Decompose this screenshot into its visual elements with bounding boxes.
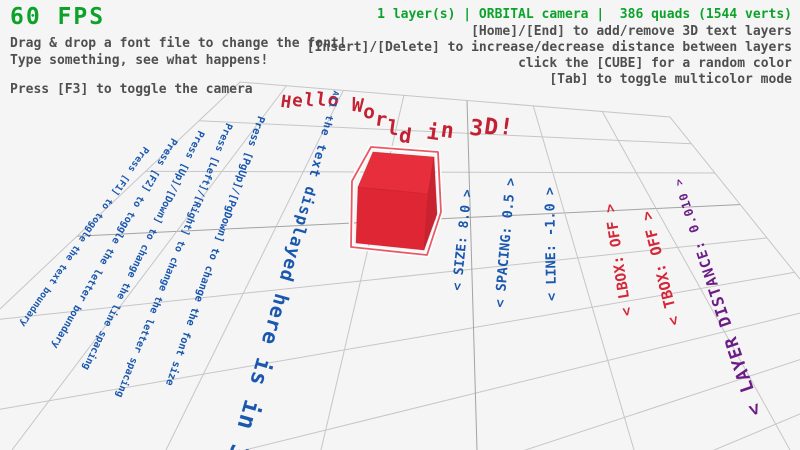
tip-add-remove-layers: [Home]/[End] to add/remove 3D text layer… xyxy=(471,24,792,39)
tip-toggle-camera: Press [F3] to toggle the camera xyxy=(10,82,253,97)
tip-multicolor-mode: [Tab] to toggle multicolor mode xyxy=(549,72,792,87)
cube-faces[interactable] xyxy=(356,152,437,250)
cube-top-face xyxy=(358,152,434,194)
status-bar: 1 layer(s) | ORBITAL camera | 386 quads … xyxy=(377,7,792,22)
tip-type-something: Type something, see what happens! xyxy=(10,53,268,68)
tip-drag-drop-font: Drag & drop a font file to change the fo… xyxy=(10,36,347,51)
tip-layer-distance: [Insert]/[Delete] to increase/decrease d… xyxy=(307,40,792,55)
cube-front-face xyxy=(356,187,428,250)
fps-counter: 60 FPS xyxy=(10,4,105,30)
app-window: Hello World in 3D! All the text displaye… xyxy=(0,0,800,450)
tip-cube-random-color: click the [CUBE] for a random color xyxy=(518,56,792,71)
